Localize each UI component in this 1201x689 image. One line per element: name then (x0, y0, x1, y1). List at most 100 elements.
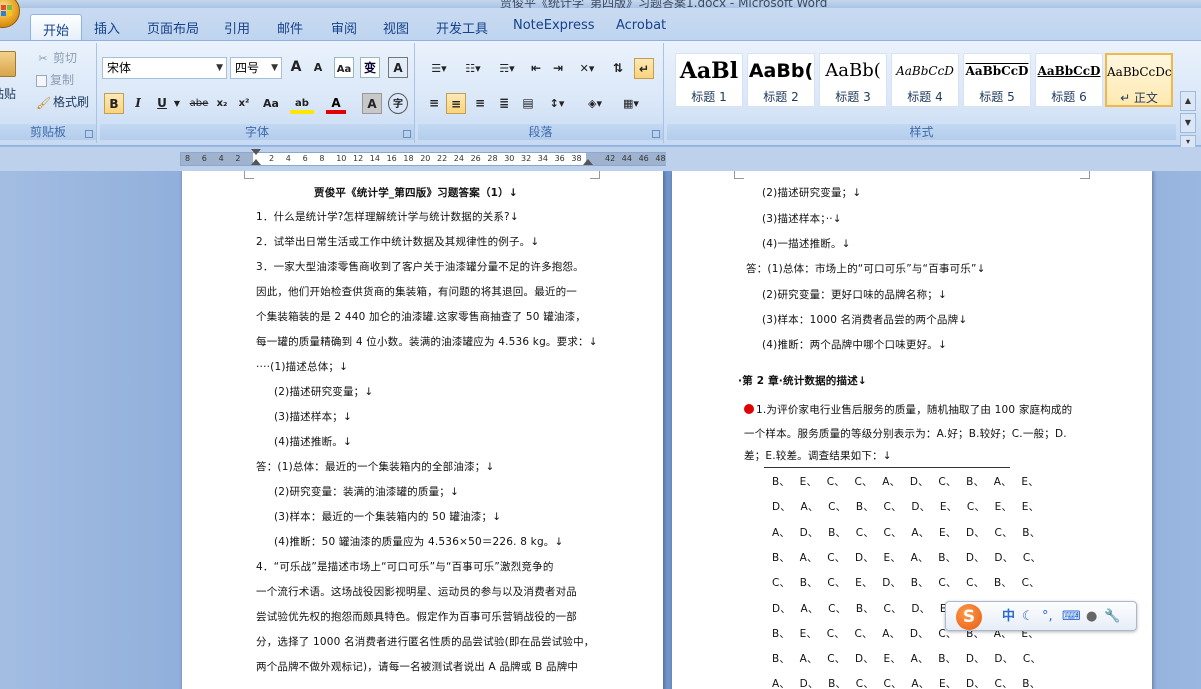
wrench-icon[interactable]: 🔧 (1104, 607, 1120, 627)
font-launcher-icon[interactable] (403, 130, 411, 138)
document-line: 每一罐的质量精确到 4 位小数。装满的油漆罐应为 4.536 kg。要求：↓ (256, 336, 598, 348)
bullets-icon[interactable]: ☰▾ (424, 58, 454, 79)
ime-mode-toggle[interactable]: 中 (1002, 607, 1015, 627)
tab-developer[interactable]: 开发工具 (436, 18, 488, 37)
tab-references[interactable]: 引用 (224, 18, 250, 37)
cut-button[interactable]: ✂ 剪切 (36, 48, 77, 68)
document-line: 一个流行术语。这场战役因影视明星、运动员的参与以及消费者对品 (256, 586, 577, 598)
style-heading-3[interactable]: AaBb( 标题 3 (819, 53, 887, 107)
clipboard-launcher-icon[interactable] (85, 130, 93, 138)
document-line: 一个样本。服务质量的等级分别表示为：A.好；B.较好；C.一般；D. (744, 428, 1067, 440)
align-center-icon[interactable]: ≡ (446, 93, 466, 114)
shrink-font-button[interactable]: A (308, 57, 328, 78)
paste-label: 粘贴 (0, 87, 17, 101)
enclose-character-button[interactable]: 字 (388, 93, 408, 114)
right-indent-marker-icon[interactable] (583, 159, 593, 165)
page-1[interactable]: 贾俊平《统计学_第四版》习题答案（1）↓ 1．什么是统计学?怎样理解统计学与统计数… (182, 171, 663, 689)
underline-chevron-icon[interactable]: ▼ (172, 93, 182, 114)
copy-icon (36, 74, 47, 87)
distributed-icon[interactable]: ▤ (518, 93, 538, 114)
paste-icon (0, 51, 16, 77)
clear-format-button[interactable]: Aa (334, 57, 354, 78)
document-line: (2)研究变量：更好口味的品牌名称；↓ (762, 289, 947, 301)
style-heading-6[interactable]: AaBbCcD 标题 6 (1035, 53, 1103, 107)
ruler-tick-label: 8 (185, 154, 191, 163)
numbering-icon[interactable]: ☷▾ (458, 58, 488, 79)
justify-icon[interactable]: ≣ (494, 93, 514, 114)
chinese-layout-icon[interactable]: ✕▾ (572, 58, 602, 79)
scissors-icon: ✂ (38, 51, 48, 65)
title-bar: 贾俊平《统计学_第四版》习题答案1.docx - Microsoft Word (0, 0, 1201, 8)
document-line: (2)描述研究变量；↓ (762, 187, 862, 199)
align-right-icon[interactable]: ≡ (470, 93, 490, 114)
ruler-tick-label: 18 (403, 154, 414, 163)
style-normal[interactable]: AaBbCcDc ↵ 正文 (1105, 53, 1173, 107)
red-bullet-icon (744, 404, 754, 414)
change-case-button[interactable]: Aa (258, 93, 284, 114)
user-icon[interactable]: ● (1086, 607, 1097, 627)
survey-row: B、 A、 C、 D、 E、 A、 B、 D、 D、 C、 (772, 551, 1042, 564)
indent-marker-icon[interactable] (251, 149, 261, 155)
tab-view[interactable]: 视图 (383, 18, 409, 37)
tab-insert[interactable]: 插入 (94, 18, 120, 37)
sort-icon[interactable]: ⇅ (608, 58, 628, 79)
grow-font-button[interactable]: A (286, 57, 306, 78)
increase-indent-icon[interactable]: ⇥ (548, 58, 568, 79)
borders-icon[interactable]: ▦▾ (616, 93, 646, 114)
ime-toolbar[interactable]: S 中 ☾ °, ⌨ ● 🔧 (945, 601, 1137, 631)
ruler-tick-label: 6 (302, 154, 308, 163)
ruler-tick-label: 2 (235, 154, 241, 163)
indent-marker-icon[interactable] (251, 159, 261, 165)
underline-button[interactable]: U (152, 93, 172, 114)
font-size-combo[interactable]: 四号 ▼ (230, 57, 282, 79)
tab-page-layout[interactable]: 页面布局 (147, 18, 199, 37)
moon-icon[interactable]: ☾ (1022, 607, 1034, 627)
tab-noteexpress[interactable]: NoteExpress (513, 18, 595, 33)
tab-acrobat[interactable]: Acrobat (616, 18, 666, 33)
shading-icon[interactable]: ◈▾ (580, 93, 610, 114)
chevron-up-icon[interactable]: ▲ (1180, 91, 1196, 111)
format-painter-button[interactable]: 🖌 格式刷 (36, 92, 89, 112)
highlight-button[interactable]: ab (290, 93, 314, 114)
align-left-icon[interactable]: ≡ (424, 93, 444, 114)
tab-home[interactable]: 开始 (30, 14, 83, 42)
survey-row: D、 A、 C、 B、 C、 D、 E、 (772, 602, 958, 615)
copy-button[interactable]: 复制 (36, 70, 74, 90)
style-label: 标题 5 (979, 90, 1015, 104)
font-color-button[interactable]: A (326, 93, 346, 114)
horizontal-ruler[interactable]: 8 6 4 2 2 4 6 8 10 12 14 16 18 20 22 24 26 28 30 32 34 36 38 42… (0, 147, 1201, 171)
punctuation-icon[interactable]: °, (1042, 607, 1053, 627)
document-line: 尝试验优先权的抱怨而颇具特色。假定作为百事可乐营销战役的一部 (256, 611, 577, 623)
tab-mailings[interactable]: 邮件 (277, 18, 303, 37)
strikethrough-button[interactable]: abe (186, 93, 212, 114)
paragraph-launcher-icon[interactable] (652, 130, 660, 138)
tab-review[interactable]: 审阅 (331, 18, 357, 37)
document-line: (2)描述研究变量；↓ (274, 386, 374, 398)
italic-button[interactable]: I (128, 93, 148, 114)
keyboard-icon[interactable]: ⌨ (1062, 607, 1081, 627)
style-heading-4[interactable]: AaBbCcD 标题 4 (891, 53, 959, 107)
paste-button[interactable]: 粘贴 (0, 47, 24, 103)
character-shading-button[interactable]: A (362, 93, 382, 114)
chevron-down-icon[interactable]: ▼ (1180, 113, 1196, 133)
line-spacing-icon[interactable]: ↕▾ (542, 93, 572, 114)
bold-button[interactable]: B (104, 93, 124, 114)
survey-row: A、 D、 B、 C、 C、 A、 E、 D、 C、 B、 (772, 678, 1041, 689)
ruler-tick-label: 42 (605, 154, 616, 163)
multilevel-list-icon[interactable]: ☴▾ (492, 58, 522, 79)
character-border-button[interactable]: A (388, 57, 408, 78)
decrease-indent-icon[interactable]: ⇤ (526, 58, 546, 79)
ruler-bar[interactable]: 8 6 4 2 2 4 6 8 10 12 14 16 18 20 22 24 26 28 30 32 34 36 38 42… (180, 149, 666, 166)
sogou-logo-icon[interactable]: S (956, 604, 982, 630)
style-heading-1[interactable]: AaBl 标题 1 (675, 53, 743, 107)
style-heading-2[interactable]: AaBb( 标题 2 (747, 53, 815, 107)
superscript-button[interactable]: x² (234, 93, 254, 114)
ruler-tick-label: 14 (369, 154, 380, 163)
show-marks-icon[interactable]: ↵ (634, 58, 654, 79)
group-label-styles: 样式 (667, 124, 1176, 140)
font-name-combo[interactable]: 宋体 ▼ (102, 57, 227, 79)
document-line: 因此，他们开始检查供货商的集装箱，有问题的将其退回。最近的一 (256, 286, 577, 298)
style-heading-5[interactable]: AaBbCcD 标题 5 (963, 53, 1031, 107)
subscript-button[interactable]: x₂ (212, 93, 232, 114)
phonetic-guide-button[interactable]: 变 (360, 57, 380, 78)
